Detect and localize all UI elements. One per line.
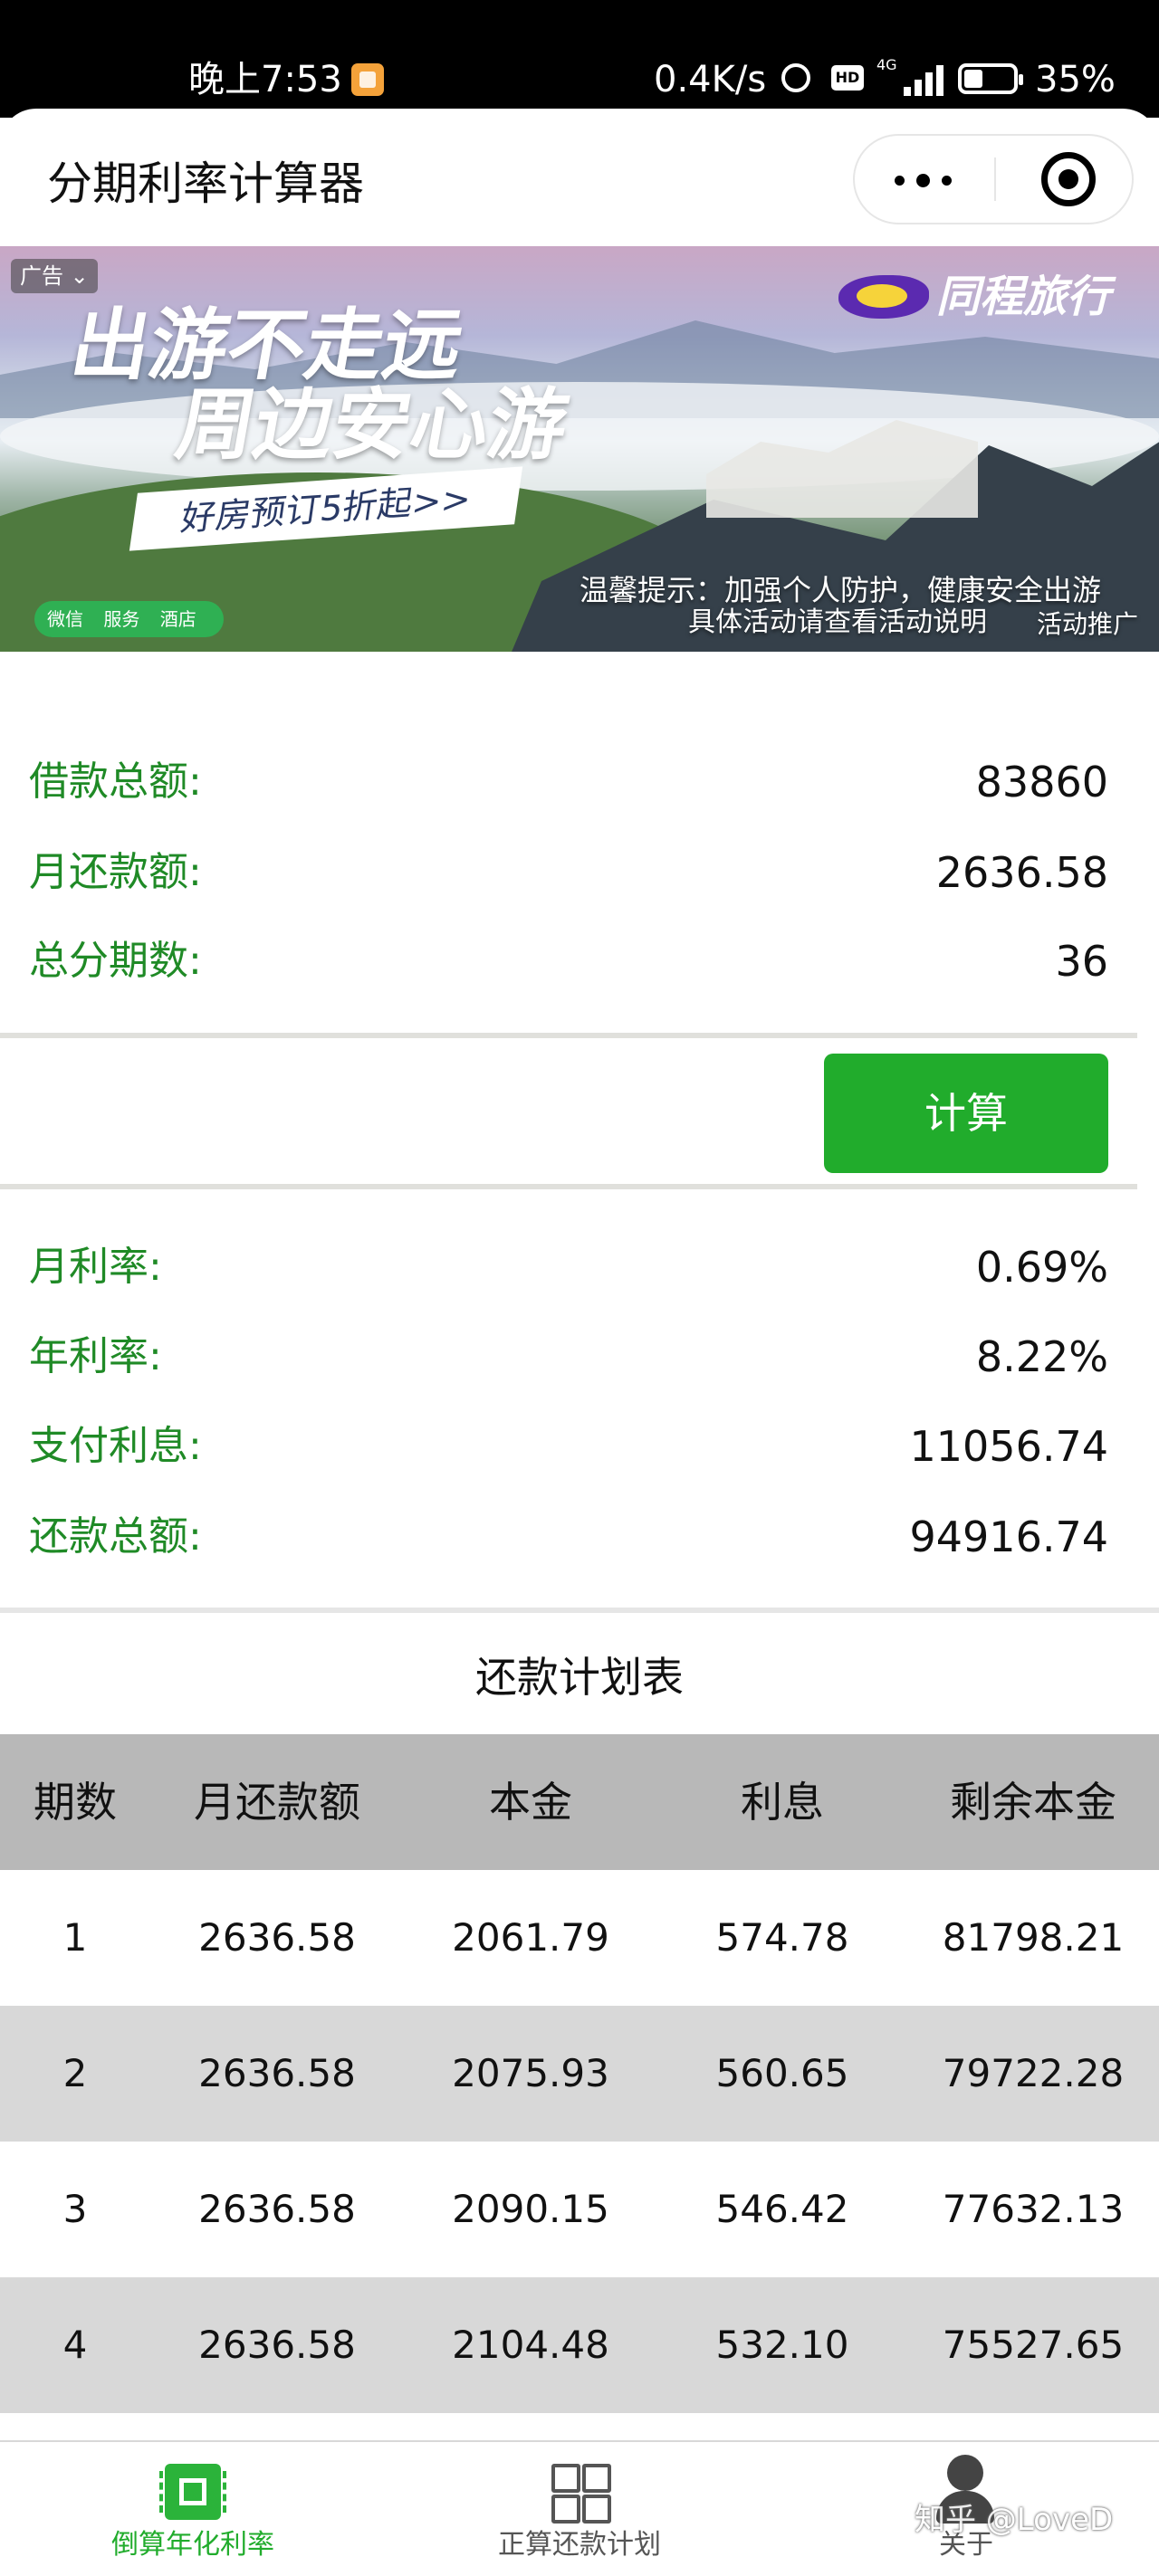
total-value: 94916.74 <box>909 1512 1109 1561</box>
cell-monthly-payment: 2636.58 <box>198 2187 356 2231</box>
nav-bar: 分期利率计算器 <box>0 109 1159 246</box>
section-divider <box>0 1033 1137 1038</box>
table-row: 1 2636.58 2061.79 574.78 81798.21 <box>0 1870 1159 2006</box>
battery-percent: 35% <box>1035 59 1116 100</box>
cell-period: 4 <box>62 2323 88 2367</box>
header-principal: 本金 <box>489 1778 572 1827</box>
ad-chip-wechat: 微信 <box>47 608 83 630</box>
status-time: 晚上7:53 <box>188 59 342 100</box>
periods-row: 总分期数: 36 <box>0 925 1159 997</box>
loan-total-input[interactable]: 83860 <box>976 746 1108 818</box>
schedule-header: 期数 月还款额 本金 利息 剩余本金 <box>0 1734 1159 1870</box>
ad-tag-button[interactable]: 广告 ⌄ <box>11 259 98 293</box>
ad-chip-hotel: 酒店 <box>159 608 196 630</box>
interest-value: 11056.74 <box>909 1422 1109 1471</box>
grid-icon <box>551 2464 611 2524</box>
ad-chip-service: 服务 <box>103 608 140 630</box>
cell-interest: 546.42 <box>715 2187 849 2231</box>
table-row: 2 2636.58 2075.93 560.65 79722.28 <box>0 2006 1159 2142</box>
ad-tip-2: 具体活动请查看活动说明 <box>688 606 987 638</box>
monthly-payment-label: 月还款额: <box>29 849 202 895</box>
battery-icon <box>958 63 1023 94</box>
annual-rate-label: 年利率: <box>29 1333 162 1379</box>
annual-rate-row: 年利率: 8.22% <box>0 1321 1159 1393</box>
monthly-rate-label: 月利率: <box>29 1244 162 1290</box>
total-row: 还款总额: 94916.74 <box>0 1501 1159 1573</box>
table-row: 4 2636.58 2104.48 532.10 75527.65 <box>0 2277 1159 2413</box>
ad-headline-2: 周边安心游 <box>169 380 575 471</box>
ad-service-chips: 微信 服务 酒店 <box>34 601 224 637</box>
calculate-button[interactable]: 计算 <box>824 1054 1108 1173</box>
header-monthly-payment: 月还款额 <box>194 1778 360 1827</box>
ad-headline-1: 出游不走远 <box>64 301 470 391</box>
cell-principal: 2104.48 <box>452 2323 609 2367</box>
ad-banner[interactable]: 广告 ⌄ 同程旅行 出游不走远 周边安心游 好房预订5折起>> 温馨提示：加强个… <box>0 246 1159 652</box>
alarm-icon <box>781 63 810 92</box>
cell-monthly-payment: 2636.58 <box>198 1915 356 1960</box>
tab-reverse-annual-rate[interactable]: 倒算年化利率 <box>0 2442 386 2576</box>
hd-icon: HD <box>831 65 864 91</box>
ad-brand: 同程旅行 <box>936 272 1111 322</box>
cell-period: 1 <box>62 1915 88 1960</box>
header-interest: 利息 <box>741 1778 824 1827</box>
interest-label: 支付利息: <box>29 1423 202 1469</box>
monthly-rate-value: 0.69% <box>975 1243 1108 1292</box>
ad-note: 活动推广 <box>1037 609 1139 639</box>
loan-total-row: 借款总额: 83860 <box>0 746 1159 818</box>
ad-tip-1: 温馨提示：加强个人防护，健康安全出游 <box>580 573 1102 607</box>
cell-monthly-payment: 2636.58 <box>198 2051 356 2095</box>
status-net-speed: 0.4K/s <box>654 59 767 100</box>
monthly-payment-row: 月还款额: 2636.58 <box>0 836 1159 909</box>
brand-logo-icon <box>838 275 929 319</box>
cell-interest: 532.10 <box>715 2323 849 2367</box>
cell-interest: 560.65 <box>715 2051 849 2095</box>
page-title: 分期利率计算器 <box>47 157 364 210</box>
close-miniprogram-button[interactable] <box>1041 152 1096 206</box>
monthly-rate-row: 月利率: 0.69% <box>0 1231 1159 1303</box>
schedule-title: 还款计划表 <box>475 1653 684 1702</box>
cell-remaining: 79722.28 <box>942 2051 1125 2095</box>
annual-rate-value: 8.22% <box>975 1332 1108 1381</box>
cell-monthly-payment: 2636.58 <box>198 2323 356 2367</box>
cell-interest: 574.78 <box>715 1915 849 1960</box>
interest-row: 支付利息: 11056.74 <box>0 1410 1159 1483</box>
watermark: 知乎 @LoveD <box>915 2502 1114 2538</box>
more-button[interactable] <box>855 136 992 223</box>
cell-principal: 2075.93 <box>452 2051 609 2095</box>
cell-remaining: 77632.13 <box>942 2187 1125 2231</box>
loan-total-label: 借款总额: <box>29 758 202 805</box>
header-remaining: 剩余本金 <box>950 1778 1116 1827</box>
status-bar: 晚上7:53 0.4K/s HD 4G 35% <box>0 0 1159 118</box>
section-divider <box>0 1608 1159 1613</box>
cell-period: 2 <box>62 2051 88 2095</box>
miniprogram-capsule <box>853 134 1134 224</box>
header-period: 期数 <box>34 1778 117 1827</box>
notification-icon <box>351 63 384 96</box>
section-divider <box>0 1184 1137 1189</box>
cell-principal: 2090.15 <box>452 2187 609 2231</box>
chip-icon <box>159 2464 226 2520</box>
table-row: 3 2636.58 2090.15 546.42 77632.13 <box>0 2142 1159 2277</box>
tab-label: 倒算年化利率 <box>111 2529 274 2561</box>
cell-principal: 2061.79 <box>452 1915 609 1960</box>
tab-repayment-plan[interactable]: 正算还款计划 <box>387 2442 772 2576</box>
periods-input[interactable]: 36 <box>1055 925 1108 997</box>
monthly-payment-input[interactable]: 2636.58 <box>936 836 1108 909</box>
periods-label: 总分期数: <box>29 938 202 984</box>
cell-remaining: 81798.21 <box>942 1915 1125 1960</box>
network-type: 4G <box>876 56 897 73</box>
cell-remaining: 75527.65 <box>942 2323 1125 2367</box>
tab-label: 正算还款计划 <box>498 2529 661 2561</box>
cell-period: 3 <box>62 2187 88 2231</box>
capsule-divider <box>994 157 996 201</box>
total-label: 还款总额: <box>29 1513 202 1560</box>
signal-icon: 4G <box>876 56 943 98</box>
